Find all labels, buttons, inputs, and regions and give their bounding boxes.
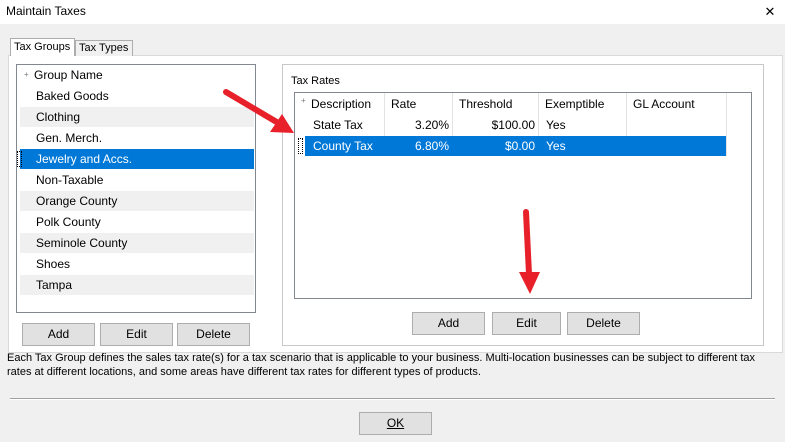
list-item[interactable]: Polk County [20, 212, 254, 232]
sort-indicator-icon: + [301, 96, 306, 105]
ok-button-label: OK [386, 416, 405, 430]
cell-description[interactable]: State Tax [313, 115, 363, 135]
column-header-threshold[interactable]: Threshold [459, 93, 512, 115]
cell-description[interactable]: County Tax [313, 136, 373, 156]
footer-divider [10, 398, 775, 400]
window-title: Maintain Taxes [6, 4, 86, 18]
list-item[interactable]: Tampa [20, 275, 254, 295]
column-header-gl-account[interactable]: GL Account [633, 93, 695, 115]
delete-rate-button[interactable]: Delete [567, 312, 640, 335]
column-divider [726, 93, 727, 156]
cell-rate[interactable]: 3.20% [391, 115, 449, 135]
cell-rate[interactable]: 6.80% [391, 136, 449, 156]
annotation-arrow-icon [223, 89, 294, 133]
add-group-button[interactable]: Add [22, 323, 95, 346]
tab-tax-groups[interactable]: Tax Groups [10, 38, 75, 56]
cell-threshold[interactable]: $100.00 [459, 115, 535, 135]
ok-button[interactable]: OK [359, 412, 432, 435]
cell-threshold[interactable]: $0.00 [459, 136, 535, 156]
cell-exemptible[interactable]: Yes [546, 115, 566, 135]
list-item-selected[interactable]: Jewelry and Accs. [20, 149, 254, 169]
column-header-rate[interactable]: Rate [391, 93, 416, 115]
list-item[interactable]: Shoes [20, 254, 254, 274]
title-bar [0, 0, 785, 24]
edit-rate-button[interactable]: Edit [492, 312, 561, 335]
annotation-arrow-icon [519, 209, 540, 294]
list-header[interactable]: + Group Name [17, 65, 255, 86]
list-item[interactable]: Orange County [20, 191, 254, 211]
help-description: Each Tax Group defines the sales tax rat… [7, 352, 755, 378]
row-focus-marker [17, 151, 22, 167]
edit-group-button[interactable]: Edit [100, 323, 173, 346]
delete-group-button[interactable]: Delete [177, 323, 250, 346]
column-header-exemptible[interactable]: Exemptible [545, 93, 604, 115]
add-rate-button[interactable]: Add [412, 312, 485, 335]
column-header-description[interactable]: Description [311, 93, 371, 115]
group-name-header: Group Name [34, 68, 103, 82]
list-item[interactable]: Non-Taxable [20, 170, 254, 190]
close-icon[interactable]: ✕ [758, 1, 782, 23]
sort-indicator-icon: + [24, 70, 29, 79]
tab-tax-types[interactable]: Tax Types [75, 40, 133, 56]
row-focus-marker [298, 138, 303, 154]
list-item[interactable]: Seminole County [20, 233, 254, 253]
tax-rates-label: Tax Rates [291, 75, 340, 87]
cell-exemptible[interactable]: Yes [546, 136, 566, 156]
